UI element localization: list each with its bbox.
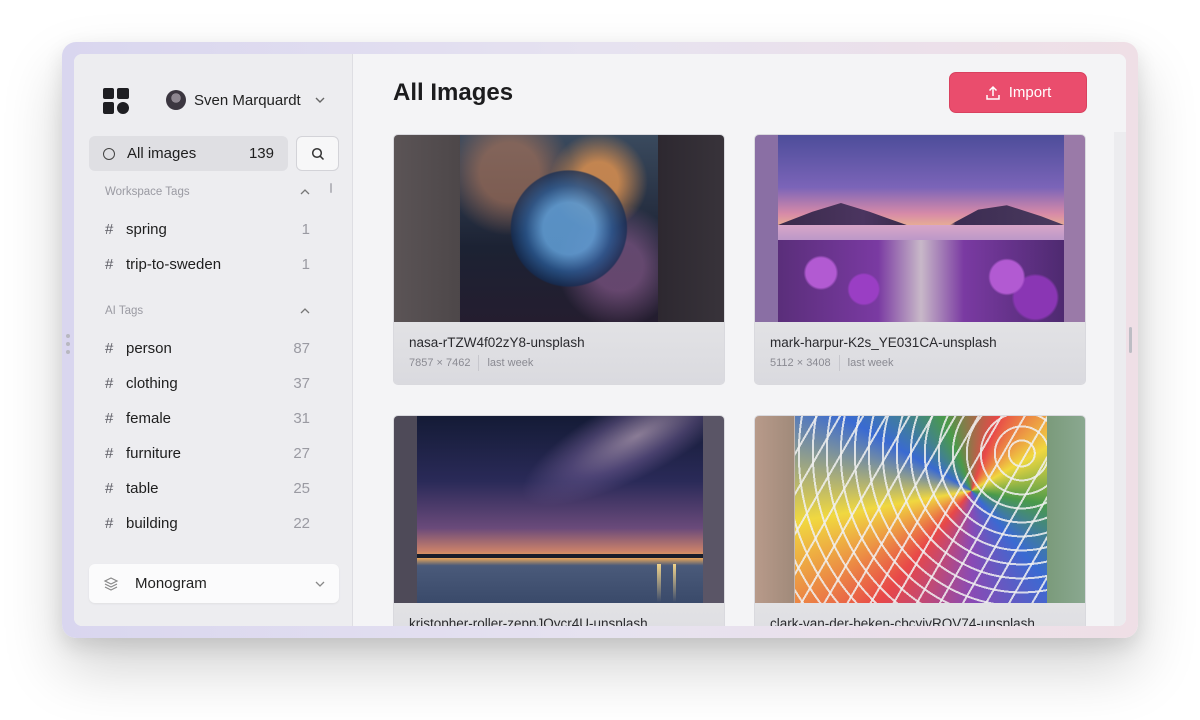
search-icon <box>311 147 324 160</box>
image-thumbnail[interactable] <box>755 416 1085 603</box>
ai-tags-title: AI Tags <box>105 305 144 317</box>
hash-icon: # <box>105 340 114 357</box>
tag-item-person[interactable]: # person 87 <box>105 331 310 366</box>
hash-icon: # <box>105 515 114 532</box>
main-scrollbar[interactable] <box>1114 132 1126 626</box>
tag-name: table <box>126 480 159 497</box>
page-title: All Images <box>393 79 514 106</box>
tag-count: 1 <box>301 221 310 238</box>
hash-icon: # <box>105 480 114 497</box>
user-menu[interactable]: Sven Marquardt <box>166 90 325 110</box>
hash-icon: # <box>105 410 114 427</box>
image-filename: clark-van-der-beken-cbcyivROV74-unsplash <box>770 616 1035 626</box>
image-card[interactable]: kristopher-roller-zepnJQycr4U-unsplash <box>393 415 725 626</box>
tag-name: building <box>126 515 178 532</box>
image-dimensions: 5112 × 3408 <box>770 357 831 369</box>
image-date: last week <box>487 357 534 369</box>
import-label: Import <box>1008 84 1052 101</box>
circle-icon <box>103 147 115 160</box>
image-date: last week <box>847 357 894 369</box>
search-button[interactable] <box>296 136 339 171</box>
hash-icon: # <box>105 375 114 392</box>
import-button[interactable]: Import <box>949 72 1087 113</box>
hash-icon: # <box>105 445 114 462</box>
tag-count: 31 <box>293 410 310 427</box>
image-card[interactable]: mark-harpur-K2s_YE031CA-unsplash 5112 × … <box>754 134 1086 385</box>
tag-item-table[interactable]: # table 25 <box>105 471 310 506</box>
hash-icon: # <box>105 256 114 273</box>
app-window: Sven Marquardt All images 139 Workspace … <box>74 54 1126 626</box>
image-thumbnail[interactable] <box>394 135 724 322</box>
hash-icon: # <box>105 221 114 238</box>
tag-item-female[interactable]: # female 31 <box>105 401 310 436</box>
chevron-down-icon <box>315 581 325 587</box>
all-images-filter[interactable]: All images 139 <box>89 136 288 171</box>
image-meta: 5112 × 3408 last week <box>770 355 1070 371</box>
chevron-up-icon[interactable] <box>300 307 310 315</box>
tag-count: 22 <box>293 515 310 532</box>
tag-count: 25 <box>293 480 310 497</box>
tag-item-furniture[interactable]: # furniture 27 <box>105 436 310 471</box>
image-thumbnail[interactable] <box>394 416 724 603</box>
image-thumbnail[interactable] <box>755 135 1085 322</box>
workspace-tags-header[interactable]: Workspace Tags <box>105 186 310 198</box>
image-caption: nasa-rTZW4f02zY8-unsplash 7857 × 7462 la… <box>394 322 724 384</box>
workspace-switcher[interactable]: Monogram <box>89 564 339 603</box>
tag-name: trip-to-sweden <box>126 256 222 273</box>
tag-name: person <box>126 340 172 357</box>
image-card[interactable]: clark-van-der-beken-cbcyivROV74-unsplash <box>754 415 1086 626</box>
image-meta: 7857 × 7462 last week <box>409 355 709 371</box>
avatar <box>166 90 186 110</box>
image-filename: kristopher-roller-zepnJQycr4U-unsplash <box>409 616 648 626</box>
tag-count: 27 <box>293 445 310 462</box>
chevron-down-icon <box>315 97 325 103</box>
all-images-label: All images <box>127 145 197 162</box>
image-filename: mark-harpur-K2s_YE031CA-unsplash <box>770 335 997 350</box>
sidebar-scrollbar[interactable] <box>330 183 332 193</box>
main-content: All Images Import nasa-rTZW4f02zY8-unspl… <box>353 54 1126 626</box>
sidebar: Sven Marquardt All images 139 Workspace … <box>74 54 353 626</box>
chevron-up-icon[interactable] <box>300 188 310 196</box>
logo-icon <box>103 88 129 114</box>
image-card[interactable]: nasa-rTZW4f02zY8-unsplash 7857 × 7462 la… <box>393 134 725 385</box>
tag-item-clothing[interactable]: # clothing 37 <box>105 366 310 401</box>
tag-name: female <box>126 410 172 427</box>
ai-tags-header[interactable]: AI Tags <box>105 305 310 317</box>
tag-count: 87 <box>293 340 310 357</box>
all-images-count: 139 <box>248 145 274 162</box>
workspace-name: Monogram <box>135 575 207 592</box>
window-resize-handle[interactable] <box>1129 327 1132 353</box>
workspace-tags-title: Workspace Tags <box>105 186 190 198</box>
tag-name: furniture <box>126 445 182 462</box>
tag-count: 37 <box>293 375 310 392</box>
layers-icon <box>103 576 119 591</box>
image-dimensions: 7857 × 7462 <box>409 357 471 369</box>
tag-count: 1 <box>301 256 310 273</box>
tag-name: spring <box>126 221 167 238</box>
upload-icon <box>985 85 1000 100</box>
tag-item-building[interactable]: # building 22 <box>105 506 310 541</box>
image-caption: clark-van-der-beken-cbcyivROV74-unsplash <box>755 603 1085 626</box>
tag-item-spring[interactable]: # spring 1 <box>105 212 310 247</box>
window-drag-handle[interactable] <box>66 334 70 358</box>
tag-name: clothing <box>126 375 178 392</box>
image-caption: mark-harpur-K2s_YE031CA-unsplash 5112 × … <box>755 322 1085 384</box>
user-name: Sven Marquardt <box>194 91 301 109</box>
image-filename: nasa-rTZW4f02zY8-unsplash <box>409 335 585 350</box>
tag-item-trip-to-sweden[interactable]: # trip-to-sweden 1 <box>105 247 310 282</box>
image-caption: kristopher-roller-zepnJQycr4U-unsplash <box>394 603 724 626</box>
